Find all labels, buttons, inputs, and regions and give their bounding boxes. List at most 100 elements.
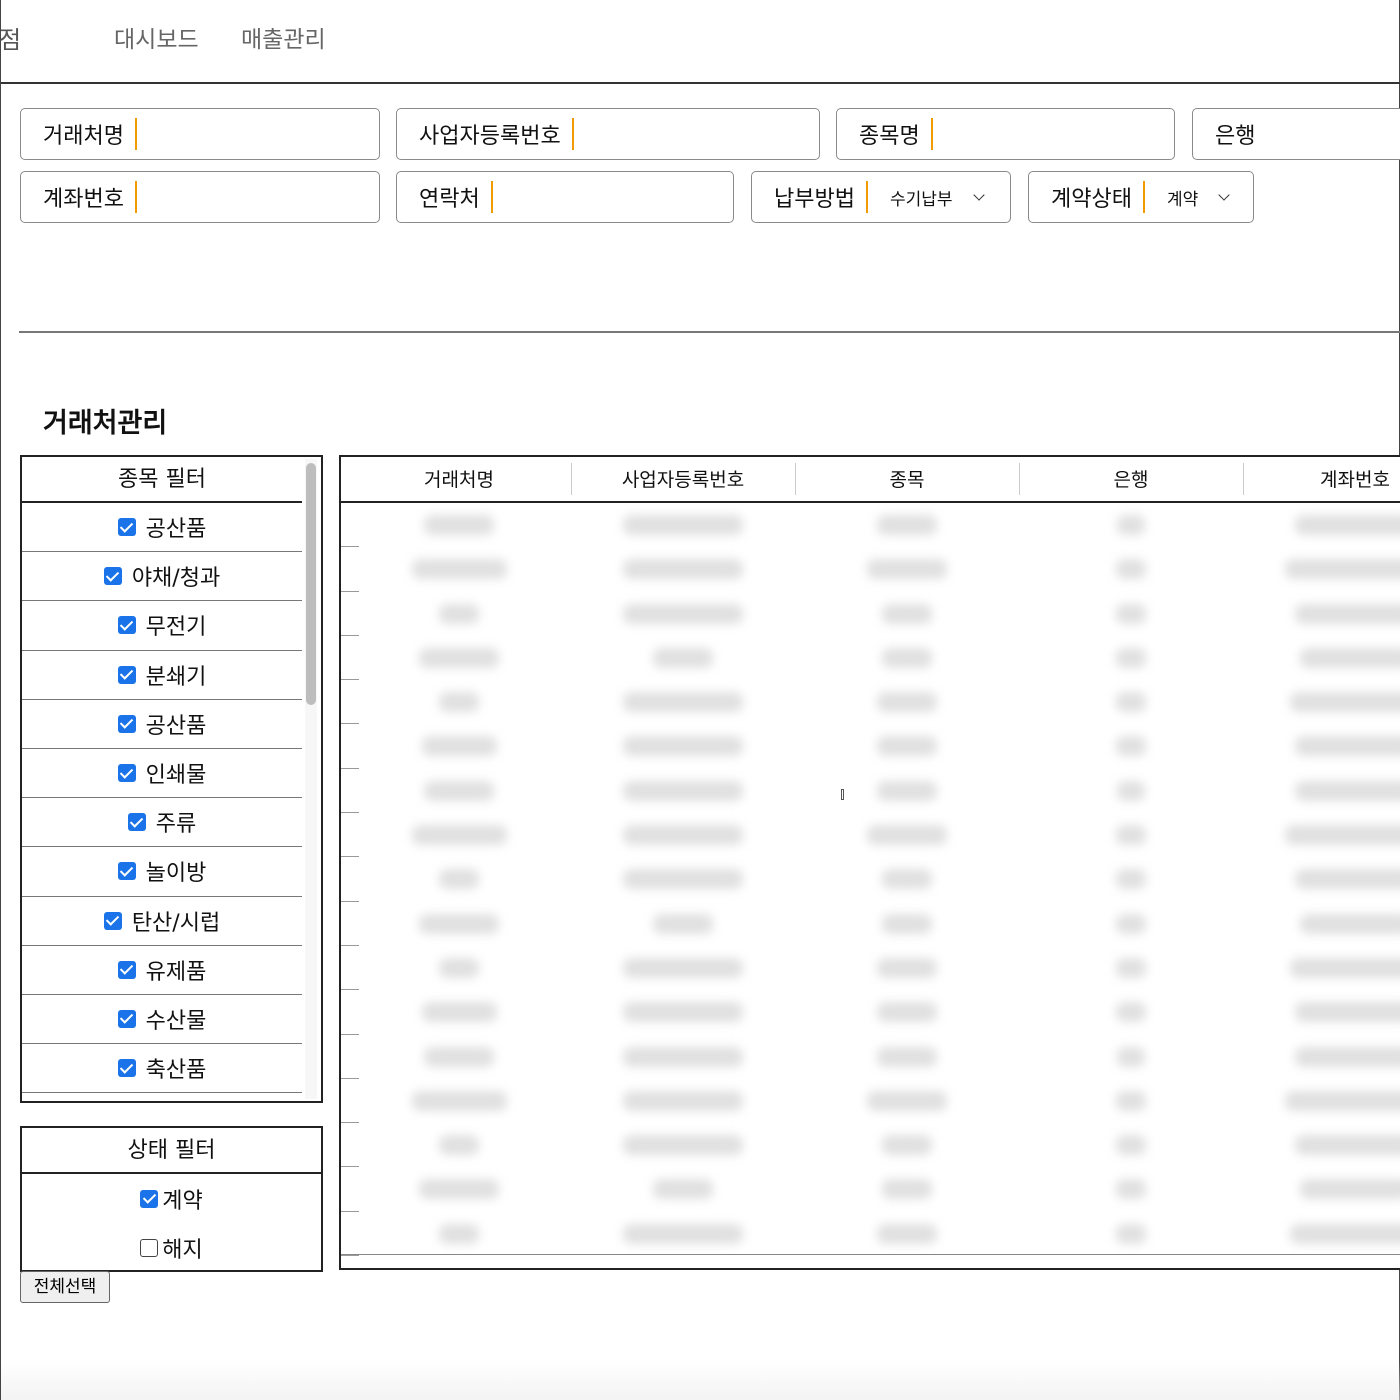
business-number-field[interactable]: 사업자등록번호 <box>396 108 820 160</box>
category-filter-panel: 종목 필터 공산품 야채/청과 무전기 분쇄기 공산품 인쇄물 주류 놀이방 탄산/시럽 유제품 수… <box>20 455 323 1103</box>
table-row[interactable] <box>341 724 1400 769</box>
table-cell <box>882 1179 932 1200</box>
checkbox[interactable] <box>140 1238 159 1257</box>
table-row[interactable] <box>341 813 1400 858</box>
table-cell <box>439 869 479 890</box>
item-name-field[interactable]: 종목명 <box>836 108 1175 160</box>
checkbox[interactable] <box>103 567 122 586</box>
table-row[interactable] <box>341 592 1400 636</box>
table-cell <box>623 559 743 580</box>
checkbox[interactable] <box>117 862 136 881</box>
table-row[interactable] <box>341 769 1400 814</box>
checkbox[interactable] <box>117 518 136 537</box>
table-row[interactable] <box>341 857 1400 902</box>
payment-method-field[interactable]: 납부방법 수기납부 <box>751 171 1011 223</box>
checkbox[interactable] <box>117 1059 136 1078</box>
contract-status-field[interactable]: 계약상태 계약 <box>1028 171 1254 223</box>
table-cell <box>419 1179 499 1200</box>
checkbox[interactable] <box>117 764 136 783</box>
table-row[interactable] <box>341 680 1400 725</box>
table-cell <box>882 603 932 624</box>
table-cell <box>623 825 743 846</box>
table-row[interactable] <box>341 902 1400 946</box>
table-footer <box>341 1254 1400 1268</box>
table-cell <box>1116 1090 1146 1111</box>
table-cell <box>1116 825 1146 846</box>
checkbox[interactable] <box>117 665 136 684</box>
category-filter-label: 분쇄기 <box>145 664 207 690</box>
nav-dashboard-link[interactable]: 대시보드 <box>114 20 199 54</box>
category-filter-item[interactable]: 공산품 <box>22 503 302 553</box>
column-header-business-number[interactable]: 사업자등록번호 <box>571 457 795 501</box>
payment-method-label: 납부방법 <box>774 187 855 212</box>
category-filter-item[interactable]: 공산품 <box>22 700 302 749</box>
contact-label: 연락처 <box>419 187 480 212</box>
brand-logo-text[interactable]: 점 <box>0 20 21 55</box>
contact-field[interactable]: 연락처 <box>396 171 734 223</box>
category-filter-item[interactable]: 놀이방 <box>22 847 302 897</box>
table-cell <box>1116 913 1146 934</box>
checkbox[interactable] <box>140 1189 159 1208</box>
select-all-button[interactable]: 전체선택 <box>20 1271 110 1303</box>
category-filter-item[interactable]: 수산물 <box>22 995 302 1045</box>
status-filter-item[interactable]: 해지 <box>22 1223 321 1272</box>
table-row[interactable] <box>341 946 1400 991</box>
table-row[interactable] <box>341 1079 1400 1124</box>
table-cell <box>1116 603 1146 624</box>
status-filter-title: 상태 필터 <box>22 1128 321 1174</box>
table-cell <box>882 913 932 934</box>
client-name-field[interactable]: 거래처명 <box>20 108 380 160</box>
table-row[interactable] <box>341 1167 1400 1212</box>
category-filter-item[interactable]: 인쇄물 <box>22 749 302 799</box>
client-name-input[interactable] <box>136 114 379 154</box>
bank-input[interactable] <box>1266 114 1400 154</box>
category-filter-label: 주류 <box>155 812 197 838</box>
table-row[interactable] <box>341 1123 1400 1168</box>
table-cell <box>882 1135 932 1156</box>
table-row[interactable] <box>341 1035 1400 1079</box>
category-filter-label: 무전기 <box>145 615 207 641</box>
payment-method-select[interactable]: 수기납부 <box>868 185 985 210</box>
account-number-field[interactable]: 계좌번호 <box>20 171 380 223</box>
table-cell <box>1116 1223 1146 1244</box>
column-header-account-number[interactable]: 계좌번호 <box>1243 457 1400 501</box>
checkbox[interactable] <box>117 616 136 635</box>
table-cell <box>411 825 507 846</box>
table-cell <box>1295 780 1400 801</box>
contract-status-select[interactable]: 계약 <box>1145 185 1230 210</box>
business-number-input[interactable] <box>573 114 819 154</box>
contact-input[interactable] <box>492 177 733 217</box>
checkbox[interactable] <box>117 960 136 979</box>
table-cell <box>1116 1002 1146 1023</box>
category-filter-item[interactable]: 야채/청과 <box>22 552 302 602</box>
category-filter-item[interactable]: 분쇄기 <box>22 651 302 700</box>
category-filter-item[interactable]: 무전기 <box>22 601 302 651</box>
table-row[interactable] <box>341 636 1400 681</box>
category-filter-item[interactable]: 유제품 <box>22 946 302 995</box>
column-header-item[interactable]: 종목 <box>795 457 1019 501</box>
table-cell <box>623 1135 743 1156</box>
checkbox[interactable] <box>103 911 122 930</box>
column-header-bank[interactable]: 은행 <box>1019 457 1243 501</box>
table-row[interactable] <box>341 503 1400 548</box>
bank-field[interactable]: 은행 <box>1192 108 1400 160</box>
account-number-input[interactable] <box>136 177 379 217</box>
scrollbar-thumb[interactable] <box>306 463 316 705</box>
status-filter-item[interactable]: 계약 <box>22 1174 321 1223</box>
table-cell <box>1295 869 1400 890</box>
table-row[interactable] <box>341 990 1400 1035</box>
category-filter-label: 놀이방 <box>145 861 207 887</box>
item-name-input[interactable] <box>932 114 1174 154</box>
table-cell <box>867 559 947 580</box>
checkbox[interactable] <box>117 714 136 733</box>
checkbox[interactable] <box>117 1009 136 1028</box>
category-filter-item[interactable]: 축산품 <box>22 1044 302 1094</box>
category-filter-item[interactable]: 탄산/시럽 <box>22 897 302 946</box>
table-row[interactable] <box>341 547 1400 592</box>
column-header-client-name[interactable]: 거래처명 <box>347 457 571 501</box>
nav-sales-management-link[interactable]: 매출관리 <box>241 20 326 54</box>
category-filter-item[interactable]: 주류 <box>22 798 302 848</box>
checkbox[interactable] <box>127 813 146 832</box>
table-cell <box>877 780 937 801</box>
table-row[interactable] <box>341 1212 1400 1257</box>
